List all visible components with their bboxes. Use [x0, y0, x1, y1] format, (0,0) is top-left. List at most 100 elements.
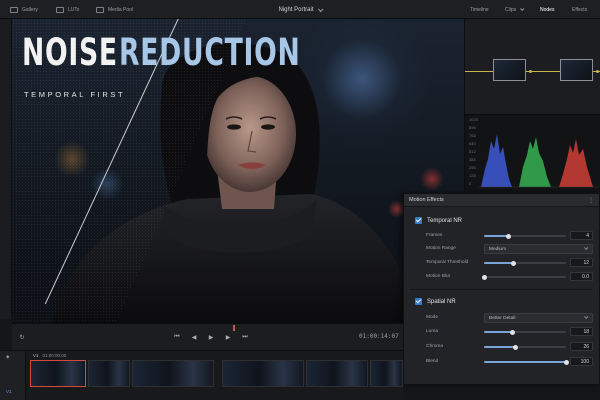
more-options-icon[interactable]: ⋮: [588, 197, 594, 204]
top-bar: Gallery LUTs Media Pool Night Portrait T…: [0, 0, 600, 19]
viewer[interactable]: NOISE REDUCTION TEMPORAL FIRST: [12, 19, 464, 323]
tab-media-pool[interactable]: Media Pool: [96, 0, 133, 19]
step-back-icon[interactable]: ◀: [189, 332, 199, 342]
motion-blur-label: Motion Blur: [426, 274, 451, 279]
temporal-threshold-value[interactable]: 12: [570, 258, 593, 267]
tab-gallery[interactable]: Gallery: [10, 0, 38, 19]
spatial-nr-checkbox[interactable]: [415, 298, 422, 305]
temporal-nr-section: Temporal NR: [415, 217, 462, 224]
panel-header: Motion Effects ⋮: [404, 194, 599, 207]
motion-range-label: Motion Range: [426, 246, 456, 251]
node-connector-dot: [596, 69, 599, 73]
chevron-down-icon: [584, 314, 589, 319]
tab-effects[interactable]: Effects: [572, 0, 587, 19]
title-word-reduction: REDUCTION: [119, 31, 301, 74]
node-link: [465, 71, 493, 72]
tab-gallery-label: Gallery: [22, 6, 38, 13]
mode-value: Better Detail: [489, 315, 516, 321]
track-label: V1 01:00:00:00: [33, 353, 66, 358]
blend-value[interactable]: 100: [570, 357, 593, 366]
title-word-noise: NOISE: [22, 31, 118, 74]
scope-label: 0: [469, 181, 472, 186]
motion-blur-slider[interactable]: [481, 274, 566, 280]
timeline-clip-selected[interactable]: [30, 360, 86, 387]
play-icon[interactable]: ▶: [206, 332, 216, 342]
chevron-down-icon: [520, 6, 525, 11]
scope-label: 640: [469, 141, 476, 146]
gallery-icon: [10, 6, 18, 13]
slider-knob[interactable]: [481, 274, 487, 280]
spatial-nr-section: Spatial NR: [415, 298, 456, 305]
chevron-down-icon[interactable]: [317, 5, 324, 12]
skip-to-start-icon[interactable]: ⏮: [172, 332, 182, 342]
title-block: NOISE REDUCTION: [22, 31, 300, 75]
timeline-clip[interactable]: [222, 360, 304, 387]
chevron-down-icon: [584, 245, 589, 250]
timeline-clip[interactable]: [132, 360, 214, 387]
tab-media-pool-label: Media Pool: [108, 6, 134, 13]
node-2[interactable]: [560, 59, 593, 81]
luts-icon: [56, 6, 64, 13]
slider-knob[interactable]: [510, 329, 516, 335]
temporal-nr-label: Temporal NR: [427, 217, 463, 224]
node-graph[interactable]: [464, 19, 600, 114]
tab-timeline-label: Timeline: [470, 6, 489, 13]
media-pool-icon: [96, 6, 104, 13]
timeline-clip[interactable]: [306, 360, 368, 387]
project-title[interactable]: Night Portrait: [278, 7, 313, 13]
frames-slider[interactable]: [484, 233, 566, 239]
tab-nodes-label: Nodes: [540, 6, 555, 13]
chroma-slider[interactable]: [484, 344, 566, 350]
motion-effects-panel: Motion Effects ⋮ Temporal NR Frames 4 Mo…: [403, 193, 600, 385]
blend-label: Blend: [426, 359, 439, 364]
scope-label: 256: [469, 165, 476, 170]
slider-knob[interactable]: [563, 359, 569, 365]
mode-dropdown[interactable]: Better Detail: [484, 313, 593, 323]
slider-knob[interactable]: [512, 344, 518, 350]
timeline-clip[interactable]: [88, 360, 130, 387]
temporal-threshold-label: Temporal Threshold: [426, 260, 469, 265]
luma-value[interactable]: 18: [570, 327, 593, 336]
motion-range-value: Medium: [489, 246, 507, 252]
frames-label: Frames: [426, 233, 443, 238]
scope-label: 768: [469, 133, 476, 138]
tab-luts-label: LUTs: [68, 6, 80, 13]
step-forward-icon[interactable]: ▶: [223, 332, 233, 342]
frames-value[interactable]: 4: [570, 231, 593, 240]
temporal-threshold-slider[interactable]: [484, 260, 566, 266]
node-link: [540, 71, 560, 72]
waveform-traces: [479, 134, 599, 188]
tab-clips[interactable]: Clips: [505, 0, 525, 19]
motion-blur-value[interactable]: 0.0: [570, 272, 593, 281]
motion-range-dropdown[interactable]: Medium: [484, 244, 593, 254]
timeline-clip[interactable]: [370, 360, 403, 387]
tab-timeline[interactable]: Timeline: [470, 0, 489, 19]
scope-label: 896: [469, 125, 476, 130]
track-header-column: ◆ V1: [0, 351, 26, 400]
playhead-marker[interactable]: [233, 325, 235, 331]
node-connector-dot: [529, 69, 532, 73]
chroma-value[interactable]: 26: [570, 342, 593, 351]
slider-knob[interactable]: [506, 233, 512, 239]
scope-label: 1023: [469, 117, 478, 122]
transport-bar: ↻ ⏮ ◀ ▶ ▶ ⏭ 01:00:14:07: [12, 323, 403, 350]
tool-column: [0, 19, 12, 319]
tab-luts[interactable]: LUTs: [56, 0, 79, 19]
scope-label: 384: [469, 157, 476, 162]
scope-label: 512: [469, 149, 476, 154]
luma-label: Luma: [426, 329, 438, 334]
skip-to-end-icon[interactable]: ⏭: [240, 332, 250, 342]
tab-nodes[interactable]: Nodes: [540, 0, 554, 19]
slider-knob[interactable]: [511, 260, 517, 266]
node-1[interactable]: [493, 59, 526, 81]
mode-label: Mode: [426, 315, 438, 320]
tab-clips-label: Clips: [505, 6, 517, 13]
luma-slider[interactable]: [484, 329, 566, 335]
timeline[interactable]: ◆ V1 V1 01:00:00:00: [0, 350, 403, 400]
temporal-nr-checkbox[interactable]: [415, 217, 422, 224]
subtitle: TEMPORAL FIRST: [24, 90, 126, 99]
panel-title: Motion Effects: [409, 197, 444, 203]
loop-icon[interactable]: ↻: [17, 332, 27, 342]
blend-slider[interactable]: [484, 359, 569, 365]
spatial-nr-label: Spatial NR: [427, 298, 456, 305]
